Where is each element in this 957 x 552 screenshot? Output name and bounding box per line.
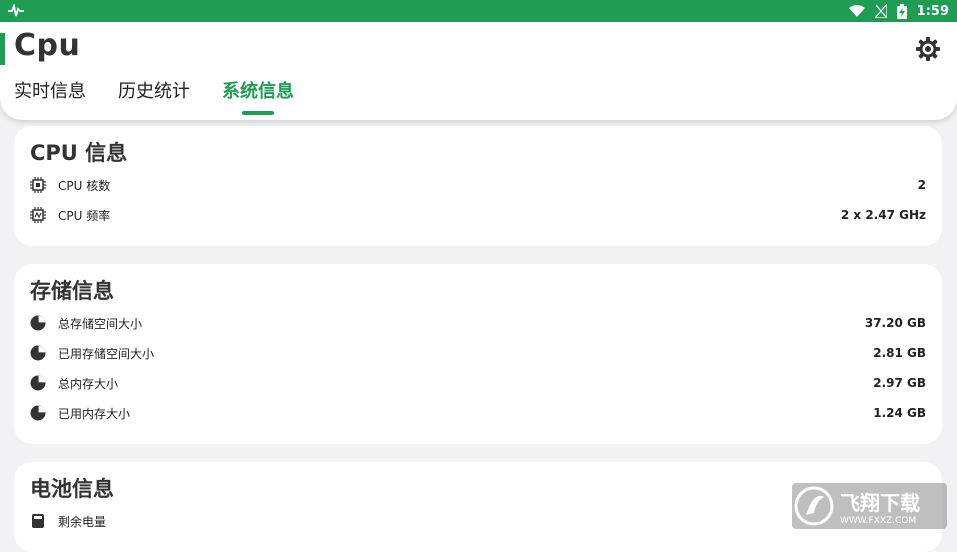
- cpu-frequency-row: CPU 频率 2 x 2.47 GHz: [30, 203, 926, 227]
- tab-system-info[interactable]: 系统信息: [222, 77, 294, 113]
- cpu-frequency-label: CPU 频率: [58, 208, 111, 223]
- used-storage-label: 已用存储空间大小: [58, 346, 155, 361]
- settings-gear-icon[interactable]: [915, 36, 941, 62]
- total-memory-value: 2.97 GB: [873, 376, 926, 390]
- pie-chart-icon: [30, 315, 46, 331]
- wifi-icon: [848, 4, 865, 18]
- title-accent-bar: [0, 33, 5, 65]
- cpu-cores-row: CPU 核数 2: [30, 173, 926, 197]
- used-memory-row: 已用内存大小 1.24 GB: [30, 401, 926, 425]
- used-memory-label: 已用内存大小: [58, 406, 131, 421]
- pie-chart-icon: [30, 405, 46, 421]
- clock: 1:59: [916, 3, 949, 19]
- cpu-frequency-value: 2 x 2.47 GHz: [840, 208, 926, 222]
- storage-info-card: 存储信息 总存储空间大小 37.20 GB 已用存储空间大小 2.81 GB 总…: [14, 264, 942, 444]
- total-storage-label: 总存储空间大小: [58, 316, 143, 331]
- pie-chart-icon: [30, 345, 46, 361]
- tab-realtime[interactable]: 实时信息: [14, 77, 86, 113]
- total-memory-row: 总内存大小 2.97 GB: [30, 371, 926, 395]
- chip-frequency-icon: [30, 207, 46, 223]
- activity-icon: [8, 4, 24, 17]
- status-bar: 1:59: [0, 0, 957, 22]
- cpu-cores-label: CPU 核数: [58, 178, 111, 193]
- total-memory-label: 总内存大小: [58, 376, 119, 391]
- svg-text:飞翔下载: 飞翔下载: [840, 491, 920, 515]
- storage-card-title: 存储信息: [30, 279, 114, 303]
- used-storage-row: 已用存储空间大小 2.81 GB: [30, 341, 926, 365]
- cpu-info-card: CPU 信息 CPU 核数 2 CPU 频率 2 x 2.47 GHz: [14, 126, 942, 246]
- svg-text:WWW.FXXZ.COM: WWW.FXXZ.COM: [840, 516, 916, 526]
- tab-bar: 实时信息 历史统计 系统信息: [14, 77, 294, 113]
- tab-history[interactable]: 历史统计: [118, 77, 190, 113]
- cpu-cores-value: 2: [917, 178, 926, 192]
- chip-icon: [30, 177, 46, 193]
- page-title: Cpu: [14, 28, 81, 63]
- pie-chart-icon: [30, 375, 46, 391]
- total-storage-value: 37.20 GB: [864, 316, 926, 330]
- battery-card-title: 电池信息: [30, 477, 114, 501]
- battery-charging-icon: [896, 3, 907, 19]
- site-watermark-logo: 飞翔下载 WWW.FXXZ.COM: [792, 483, 947, 529]
- total-storage-row: 总存储空间大小 37.20 GB: [30, 311, 926, 335]
- battery-icon: [30, 513, 46, 529]
- app-bar: Cpu 实时信息 历史统计 系统信息: [0, 22, 957, 120]
- no-signal-icon: [874, 4, 887, 18]
- cpu-card-title: CPU 信息: [30, 141, 128, 165]
- used-storage-value: 2.81 GB: [873, 346, 926, 360]
- used-memory-value: 1.24 GB: [873, 406, 926, 420]
